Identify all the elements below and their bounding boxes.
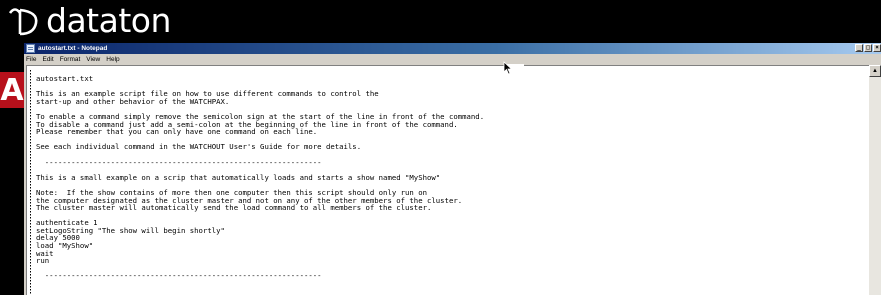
menu-view[interactable]: View [83,54,103,65]
window-title: autostart.txt - Notepad [38,45,108,52]
accent-letter: A [0,72,24,108]
close-button[interactable]: × [873,44,881,52]
menu-bar: File Edit Format View Help [24,54,881,65]
menu-help[interactable]: Help [103,54,122,65]
dataton-logo-icon [8,8,38,36]
scroll-up-button[interactable]: ▲ [869,65,881,77]
menu-format[interactable]: Format [57,54,84,65]
menu-file[interactable]: File [24,54,39,65]
maximize-button[interactable]: □ [864,44,872,52]
title-bar[interactable]: autostart.txt - Notepad _ □ × [24,43,881,54]
notepad-icon [26,44,35,53]
notepad-window: autostart.txt - Notepad _ □ × File Edit … [24,43,881,295]
vertical-scrollbar[interactable]: ▲ [869,65,881,295]
menu-edit[interactable]: Edit [39,54,56,65]
caret-margin [30,70,31,295]
background-accent: A [0,72,24,108]
logo-text: dataton [46,1,171,40]
window-controls: _ □ × [855,44,881,52]
minimize-button[interactable]: _ [855,44,863,52]
dataton-logo: dataton [6,2,171,40]
text-editor[interactable]: autostart.txt This is an example script … [26,65,869,295]
move-cursor-icon [503,61,513,75]
document-text[interactable]: autostart.txt This is an example script … [36,75,484,280]
